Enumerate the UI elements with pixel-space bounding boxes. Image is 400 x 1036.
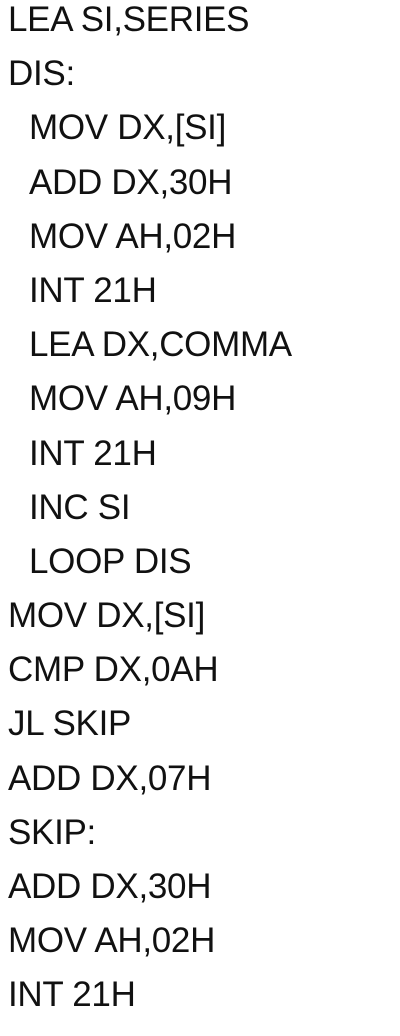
- code-line-16-label: SKIP:: [8, 812, 96, 852]
- code-line-8: MOV AH,09H: [29, 379, 237, 419]
- code-line-2-label: DIS:: [8, 54, 75, 94]
- code-listing: LEA SI,SERIES DIS: MOV DX,[SI] ADD DX,30…: [0, 0, 400, 1036]
- code-line-7: LEA DX,COMMA: [29, 325, 292, 365]
- code-line-1: LEA SI,SERIES: [8, 0, 250, 39]
- code-line-12: MOV DX,[SI]: [8, 596, 206, 636]
- code-line-19: INT 21H: [8, 975, 136, 1015]
- code-line-18: MOV AH,02H: [8, 921, 216, 961]
- code-line-9: INT 21H: [29, 433, 157, 473]
- code-line-5: MOV AH,02H: [29, 216, 237, 256]
- code-line-17: ADD DX,30H: [8, 867, 212, 906]
- code-line-15: ADD DX,07H: [8, 758, 212, 798]
- code-line-13: CMP DX,0AH: [8, 650, 219, 690]
- code-line-10: INC SI: [29, 487, 131, 527]
- code-line-11: LOOP DIS: [29, 541, 192, 581]
- code-line-3: MOV DX,[SI]: [29, 108, 227, 148]
- code-line-6: INT 21H: [29, 270, 157, 310]
- code-line-14: JL SKIP: [8, 704, 132, 744]
- code-line-4: ADD DX,30H: [29, 162, 233, 202]
